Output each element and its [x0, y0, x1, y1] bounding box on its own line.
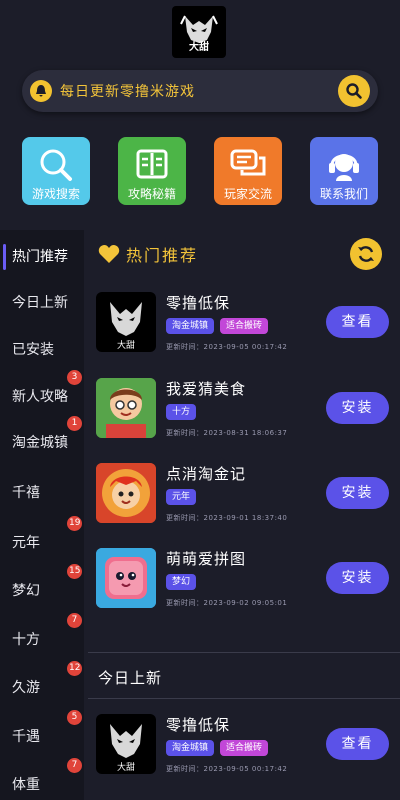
game-tags: 元年: [166, 489, 197, 505]
sidebar-label: 体重: [12, 777, 40, 793]
game-tags: 十方: [166, 404, 197, 420]
search-bar[interactable]: 每日更新零撸米游戏: [22, 70, 378, 112]
tile-label: 联系我们: [319, 187, 368, 201]
sidebar-label: 今日上新: [12, 295, 68, 311]
sidebar-item-new-today[interactable]: 今日上新: [0, 288, 84, 318]
count-badge: 15: [67, 564, 83, 579]
sidebar-label: 千禧: [12, 485, 40, 501]
tile-player-chat[interactable]: 玩家交流: [214, 137, 282, 205]
sidebar-label: 热门推荐: [12, 249, 68, 265]
sidebar-item-shifang[interactable]: 十方 7: [0, 613, 84, 655]
update-time: 更新时间：2023-09-05 00:17:42: [166, 765, 288, 773]
section-divider: [88, 652, 400, 653]
game-icon: 大甜: [96, 714, 156, 774]
sidebar-item-qianxi[interactable]: 千禧: [0, 478, 84, 508]
sidebar-label: 梦幻: [12, 583, 40, 599]
sidebar-item-jiuyou[interactable]: 久游 12: [0, 661, 84, 703]
game-icon: [96, 378, 156, 438]
count-badge: 3: [67, 370, 82, 385]
heart-icon: [98, 245, 120, 263]
sidebar-label: 十方: [12, 632, 40, 648]
sidebar-label: 淘金城镇: [12, 435, 68, 451]
sidebar-item-hot[interactable]: 热门推荐: [0, 242, 84, 272]
app-logo: 大甜: [172, 6, 226, 58]
sidebar-item-tizhong[interactable]: 体重 7: [0, 758, 84, 800]
game-tag: 淘金城镇: [166, 318, 215, 334]
sidebar-item-beginner-guide[interactable]: 新人攻略 3: [0, 370, 84, 412]
install-button[interactable]: 安装: [326, 562, 389, 594]
search-placeholder[interactable]: 每日更新零撸米游戏: [60, 81, 195, 101]
game-name: 零撸低保: [166, 716, 231, 734]
sidebar-item-gold-town[interactable]: 淘金城镇 1: [0, 416, 84, 458]
tile-game-search[interactable]: 游戏搜索: [22, 137, 90, 205]
game-icon: 大甜: [96, 292, 156, 352]
install-button[interactable]: 安装: [326, 392, 389, 424]
tile-guides[interactable]: 攻略秘籍: [118, 137, 186, 205]
sidebar-label: 元年: [12, 535, 40, 551]
sidebar-label: 千遇: [12, 729, 40, 745]
game-tag: 适合搬砖: [220, 740, 269, 756]
count-badge: 7: [67, 613, 82, 628]
magnifier-icon: [40, 149, 72, 181]
tile-contact-us[interactable]: 联系我们: [310, 137, 378, 205]
game-tags: 淘金城镇 适合搬砖: [166, 318, 269, 334]
active-indicator: [3, 244, 6, 270]
count-badge: 5: [67, 710, 82, 725]
game-card[interactable]: 大甜 零撸低保 淘金城镇 适合搬砖 更新时间：2023-09-05 00:17:…: [96, 714, 400, 778]
game-icon: [96, 463, 156, 523]
update-time: 更新时间：2023-09-05 00:17:42: [166, 343, 288, 351]
book-icon: [136, 149, 168, 179]
game-tag: 十方: [166, 404, 197, 420]
game-name: 萌萌爱拼图: [166, 550, 247, 568]
game-card[interactable]: 大甜 零撸低保 淘金城镇 适合搬砖 更新时间：2023-09-05 00:17:…: [96, 292, 400, 356]
sidebar-label: 新人攻略: [12, 389, 68, 405]
game-tag: 元年: [166, 489, 197, 505]
svg-text:大甜: 大甜: [117, 761, 135, 773]
logo-text: 大甜: [189, 42, 209, 53]
svg-text:大甜: 大甜: [117, 339, 135, 351]
headset-icon: [329, 154, 359, 181]
sidebar-item-qianyu[interactable]: 千遇 5: [0, 710, 84, 752]
game-name: 零撸低保: [166, 294, 231, 312]
game-icon: [96, 548, 156, 608]
sidebar-item-yuannian[interactable]: 元年 19: [0, 516, 84, 558]
sidebar-item-menghuan[interactable]: 梦幻 15: [0, 564, 84, 606]
count-badge: 19: [67, 516, 83, 531]
search-icon[interactable]: [338, 75, 370, 107]
install-button[interactable]: 安装: [326, 477, 389, 509]
game-tag: 淘金城镇: [166, 740, 215, 756]
game-tag: 适合搬砖: [220, 318, 269, 334]
section-divider: [88, 698, 400, 699]
sidebar-label: 久游: [12, 680, 40, 696]
game-tags: 梦幻: [166, 574, 197, 590]
game-name: 我爱猜美食: [166, 380, 247, 398]
sidebar-label: 已安装: [12, 342, 54, 358]
category-sidebar: 热门推荐 今日上新 已安装 新人攻略 3 淘金城镇 1 千禧 元年 19 梦幻 15 十…: [0, 230, 84, 800]
tile-label: 玩家交流: [223, 187, 272, 201]
chat-icon: [230, 149, 266, 176]
view-button[interactable]: 查看: [326, 306, 389, 338]
section-title: 热门推荐: [126, 246, 199, 265]
bell-icon: [30, 80, 52, 102]
game-name: 点消淘金记: [166, 465, 247, 483]
tile-label: 攻略秘籍: [127, 187, 176, 201]
update-time: 更新时间：2023-09-02 09:05:01: [166, 599, 288, 607]
section-title: 今日上新: [98, 669, 163, 687]
refresh-icon[interactable]: [350, 238, 382, 270]
count-badge: 7: [67, 758, 82, 773]
game-tag: 梦幻: [166, 574, 197, 590]
game-card[interactable]: 萌萌爱拼图 梦幻 更新时间：2023-09-02 09:05:01 安装: [96, 548, 400, 612]
count-badge: 12: [67, 661, 83, 676]
count-badge: 1: [67, 416, 82, 431]
update-time: 更新时间：2023-09-01 18:37:40: [166, 514, 288, 522]
view-button[interactable]: 查看: [326, 728, 389, 760]
sidebar-item-installed[interactable]: 已安装: [0, 335, 84, 365]
game-card[interactable]: 点消淘金记 元年 更新时间：2023-09-01 18:37:40 安装: [96, 463, 400, 527]
game-tags: 淘金城镇 适合搬砖: [166, 740, 269, 756]
update-time: 更新时间：2023-08-31 18:06:37: [166, 429, 288, 437]
tile-label: 游戏搜索: [31, 187, 80, 201]
game-card[interactable]: 我爱猜美食 十方 更新时间：2023-08-31 18:06:37 安装: [96, 378, 400, 442]
